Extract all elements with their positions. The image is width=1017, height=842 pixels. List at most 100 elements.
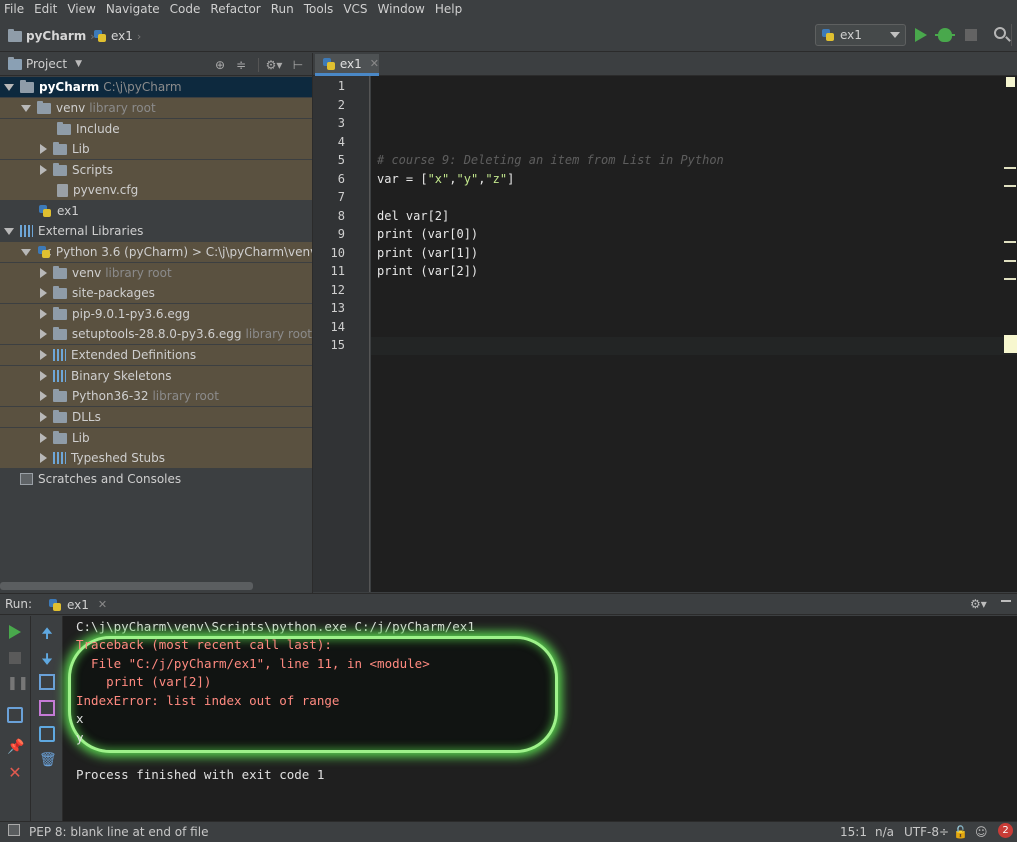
pause-icon[interactable]: ❚❚ [7,676,29,692]
python-file-icon [821,28,835,42]
tree-item-extended-definitions[interactable]: Extended Definitions [0,345,312,365]
close-icon[interactable]: ✕ [7,765,23,781]
stop-button[interactable] [962,26,980,44]
inspection-status-marker[interactable] [1006,77,1015,87]
caret-position[interactable]: 15:1 [840,825,867,839]
tree-item-label: Python36-32 [72,389,149,403]
tree-item-label: Extended Definitions [71,348,197,362]
project-view-selector[interactable]: Project ▼ [8,56,82,71]
gear-icon[interactable]: ⚙▾ [264,58,284,72]
error-stripe-mark[interactable] [1004,260,1016,262]
project-icon [8,56,22,70]
tree-item-include[interactable]: Include [0,119,312,139]
collapse-all-icon[interactable]: ≑ [234,58,248,72]
tree-item-project-root[interactable]: pyCharm C:\j\pyCharm [0,77,312,97]
line-number: 10 [330,246,345,260]
tree-item-external-libraries[interactable]: External Libraries [0,221,312,241]
menu-vcs[interactable]: VCS [338,0,372,18]
python-file-icon [48,598,62,612]
run-tab-ex1[interactable]: ex1 ✕ [40,594,115,615]
trash-icon[interactable]: 🗑 [39,752,57,768]
tree-item-venv[interactable]: venv library root [0,98,312,118]
tree-item-python36-32[interactable]: Python36-32 library root [0,386,312,406]
line-number: 11 [330,264,345,278]
error-stripe-mark[interactable] [1004,278,1016,280]
tree-item-hint: library root [105,266,172,280]
menu-window[interactable]: Window [373,0,430,18]
expand-arrow-icon [4,83,14,91]
menu-bar: File Edit View Navigate Code Refactor Ru… [0,0,1017,18]
breadcrumb-file[interactable]: ex1 › [93,28,141,44]
lock-icon[interactable]: 🔓 [953,825,968,839]
tree-item-pyvenv-cfg[interactable]: pyvenv.cfg [0,180,312,200]
print-icon[interactable] [39,726,55,742]
menu-navigate[interactable]: Navigate [101,0,165,18]
tree-item-venv-lib[interactable]: venv library root [0,263,312,283]
tree-item-lib[interactable]: Lib [0,139,312,159]
run-configuration-select[interactable]: ex1 [815,24,906,46]
tree-item-dlls[interactable]: DLLs [0,407,312,427]
menu-refactor[interactable]: Refactor [205,0,265,18]
menu-tools[interactable]: Tools [299,0,339,18]
tree-item-typeshed-stubs[interactable]: Typeshed Stubs [0,448,312,468]
menu-edit[interactable]: Edit [29,0,62,18]
code-line-6: var = ["x","y","z"] [377,172,514,186]
file-encoding[interactable]: UTF-8÷ [904,825,949,839]
breadcrumb-file-label: ex1 [111,29,133,43]
run-button[interactable] [912,26,930,44]
tree-item-binary-skeletons[interactable]: Binary Skeletons [0,366,312,386]
menu-view[interactable]: View [62,0,100,18]
rerun-button[interactable] [7,624,23,640]
restore-layout-icon[interactable] [7,707,23,723]
error-stripe-mark[interactable] [1004,167,1016,169]
menu-code[interactable]: Code [165,0,206,18]
debug-button[interactable] [935,26,955,44]
library-icon [53,452,66,464]
arrow-down-icon[interactable]: 🠋 [39,649,55,668]
tree-item-label: Binary Skeletons [71,369,172,383]
editor-tab-ex1[interactable]: ex1 ✕ [315,54,379,76]
code-line-11: print (var[2]) [377,264,479,278]
console-process-finished: Process finished with exit code 1 [76,767,325,782]
soft-wrap-icon[interactable] [39,674,55,690]
menu-help[interactable]: Help [430,0,467,18]
tool-windows-toggle-icon[interactable] [8,824,20,836]
stop-button[interactable] [7,650,23,666]
close-icon[interactable]: ✕ [98,598,107,611]
expand-arrow-icon [21,248,31,256]
tree-item-site-packages[interactable]: site-packages [0,283,312,303]
scroll-to-end-icon[interactable] [39,700,55,716]
collapse-arrow-icon [40,391,47,401]
tree-item-scratches[interactable]: Scratches and Consoles [0,469,312,489]
locate-icon[interactable]: ⊕ [213,58,227,72]
error-stripe-mark[interactable] [1004,241,1016,243]
tree-item-sdk-lib[interactable]: Lib [0,428,312,448]
arrow-up-icon[interactable]: 🠉 [39,623,55,642]
gear-icon[interactable]: ⚙▾ [970,597,987,611]
tree-item-pip-egg[interactable]: pip-9.0.1-py3.6.egg [0,304,312,324]
minimize-icon[interactable] [1001,600,1011,602]
close-icon[interactable]: ✕ [370,57,379,70]
console-file-link[interactable]: C:/j/pyCharm/ex1 [136,656,256,671]
menu-run[interactable]: Run [266,0,299,18]
collapse-arrow-icon [40,412,47,422]
menu-file[interactable]: File [0,0,29,18]
error-count-badge[interactable]: 2 [998,823,1013,838]
tree-item-scripts[interactable]: Scripts [0,160,312,180]
code-editor[interactable]: # course 9: Deleting an item from List i… [371,76,1017,592]
library-icon [53,370,66,382]
breadcrumb-project[interactable]: pyCharm › [8,28,95,44]
tree-item-setuptools-egg[interactable]: setuptools-28.8.0-py3.6.egg library root [0,324,312,344]
hide-panel-icon[interactable]: ⊢ [291,58,305,72]
tree-item-python-sdk[interactable]: < Python 3.6 (pyCharm) > C:\j\pyCharm\ve… [0,242,312,262]
project-horizontal-scrollbar[interactable] [0,582,253,590]
tree-item-label: venv [56,101,86,115]
tree-item-ex1[interactable]: ex1 [0,201,312,221]
line-separator-indicator[interactable]: n/a [875,825,894,839]
search-everywhere-button[interactable] [993,26,1011,44]
error-stripe-mark[interactable] [1004,185,1016,187]
pin-icon[interactable]: 📌 [7,739,24,755]
console-output-line: y [76,730,84,745]
hector-icon[interactable]: ☺ [975,825,988,839]
console-text: File " [76,656,137,671]
